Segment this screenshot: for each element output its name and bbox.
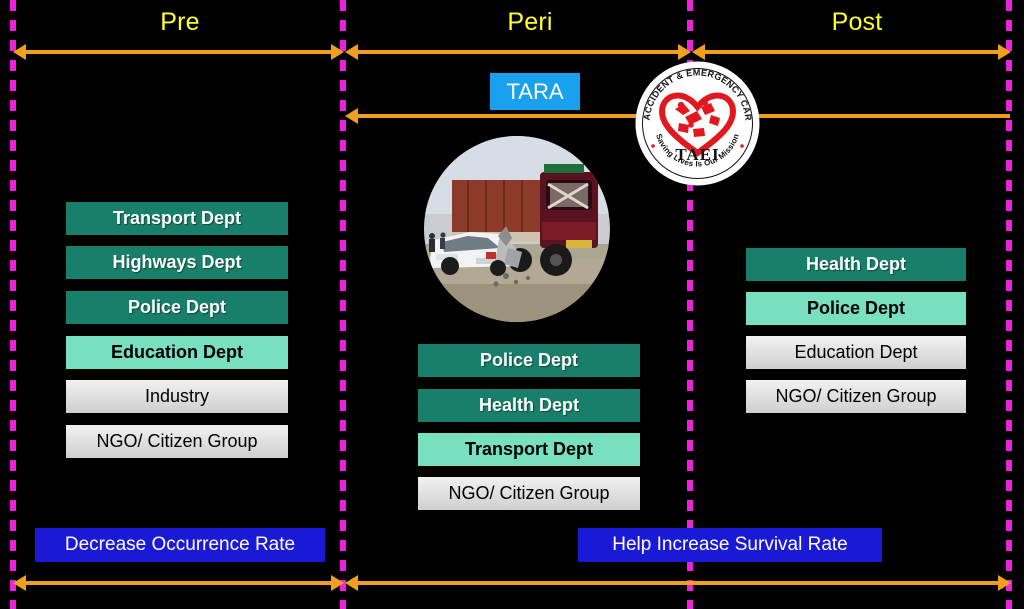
pre-item-0: Transport Dept [66,202,288,235]
accident-photo [424,136,610,322]
arrow-post-head-right [998,44,1011,60]
divider-left [10,0,16,609]
arrow-peri-line [357,50,684,54]
phase-title-peri: Peri [507,8,553,36]
arrow-bottom-peripost-line [357,581,1004,585]
arrow-pre-line [25,50,337,54]
post-item-2: Education Dept [746,336,966,369]
arrow-bottom-pre-head-right [331,575,344,591]
peri-item-3: NGO/ Citizen Group [418,477,640,510]
arrow-peri-head-right [678,44,691,60]
svg-text:TAEI: TAEI [675,145,719,164]
arrow-bottom-pre-line [25,581,337,585]
banner-decrease-occurrence-rate: Decrease Occurrence Rate [35,528,325,562]
pre-item-3: Education Dept [66,336,288,369]
pre-item-5: NGO/ Citizen Group [66,425,288,458]
phase-diagram-canvas: Pre Peri Post TARA TAMILNADU ACCIDENT & … [0,0,1024,609]
post-item-3: NGO/ Citizen Group [746,380,966,413]
phase-title-pre: Pre [160,8,200,36]
arrow-pre-head-right [331,44,344,60]
peri-item-1: Health Dept [418,389,640,422]
banner-help-increase-survival-rate: Help Increase Survival Rate [578,528,882,562]
pre-item-4: Industry [66,380,288,413]
peri-item-2: Transport Dept [418,433,640,466]
post-item-0: Health Dept [746,248,966,281]
pre-item-1: Highways Dept [66,246,288,279]
divider-right [1006,0,1012,609]
peri-item-0: Police Dept [418,344,640,377]
tara-label: TARA [490,73,580,110]
arrow-bottom-peripost-head-right [998,575,1011,591]
post-item-1: Police Dept [746,292,966,325]
phase-title-post: Post [831,8,883,36]
arrow-post-line [704,50,1004,54]
pre-item-2: Police Dept [66,291,288,324]
divider-pre-peri [340,0,346,609]
taei-logo: TAMILNADU ACCIDENT & EMERGENCY CARE INIT… [635,61,760,186]
